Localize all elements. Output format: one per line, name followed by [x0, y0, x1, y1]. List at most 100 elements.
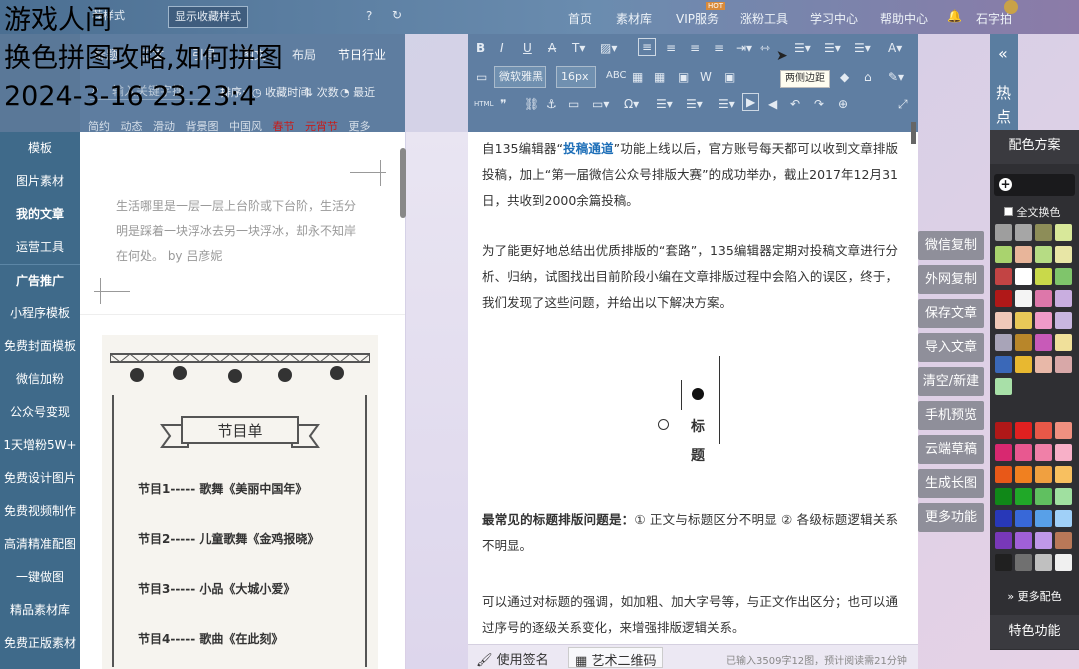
undo-icon[interactable]: ↶ — [790, 97, 800, 111]
color-swatch[interactable] — [1015, 554, 1032, 571]
image-icon[interactable]: ▣ — [678, 70, 689, 84]
omega-icon[interactable]: Ω▾ — [624, 97, 639, 111]
left-menu-ads[interactable]: 广告推广 — [0, 264, 80, 297]
color-swatch[interactable] — [1035, 510, 1052, 527]
zoom-icon[interactable]: ⊕ — [838, 97, 848, 111]
color-swatch[interactable] — [1035, 356, 1052, 373]
color-swatch[interactable] — [995, 554, 1012, 571]
wechat-copy-button[interactable]: 微信复制 — [918, 231, 984, 260]
editor-paragraph-2[interactable]: 为了能更好地总结出优质排版的“套路”，135编辑器定期对投稿文章进行分析、归纳，… — [482, 238, 898, 316]
color-swatch[interactable] — [995, 334, 1012, 351]
color-swatch[interactable] — [1055, 290, 1072, 307]
save-article-button[interactable]: 保存文章 — [918, 299, 984, 328]
external-copy-button[interactable]: 外网复制 — [918, 265, 984, 294]
video-icon[interactable]: ▭ — [568, 97, 579, 111]
left-menu-premium[interactable]: 精品素材库 — [0, 594, 80, 627]
bg-color-icon[interactable]: ▨▾ — [600, 41, 617, 55]
left-menu-template[interactable]: 模板 — [0, 132, 80, 165]
editor-paragraph-3[interactable]: 最常见的标题排版问题是：① 正文与标题区分不明显 ② 各级标题逻辑关系不明显。 — [482, 507, 898, 559]
color-swatch[interactable] — [1035, 224, 1052, 241]
color-swatch[interactable] — [1035, 290, 1052, 307]
color-swatch[interactable] — [995, 510, 1012, 527]
color-swatch[interactable] — [1055, 356, 1072, 373]
format-brush-icon[interactable]: ◆ — [840, 70, 849, 84]
insert-icon[interactable]: ▣ — [724, 70, 735, 84]
color-swatch[interactable] — [995, 246, 1012, 263]
document-icon[interactable]: ▭ — [476, 70, 487, 84]
grid-icon[interactable]: ▦ — [654, 70, 665, 84]
nav-home[interactable]: 首页 — [568, 10, 592, 27]
color-swatch[interactable] — [1035, 532, 1052, 549]
strikethrough-icon[interactable]: A — [548, 41, 556, 55]
color-swatch[interactable] — [1015, 224, 1032, 241]
clear-format-icon[interactable]: ABC — [606, 70, 627, 81]
color-swatch[interactable] — [995, 356, 1012, 373]
html-icon[interactable]: HTML — [474, 100, 493, 108]
color-swatch[interactable] — [1055, 444, 1072, 461]
color-swatch[interactable] — [995, 422, 1012, 439]
color-swatch[interactable] — [1035, 312, 1052, 329]
left-menu-wechat-fans[interactable]: 微信加粉 — [0, 363, 80, 396]
color-swatch[interactable] — [995, 268, 1012, 285]
bell-icon[interactable]: 🔔 — [947, 9, 962, 23]
color-swatch[interactable] — [1055, 224, 1072, 241]
indent-icon[interactable]: ⇥▾ — [736, 41, 752, 55]
color-swatch[interactable] — [1015, 422, 1032, 439]
color-swatch[interactable] — [995, 444, 1012, 461]
left-menu-fans-5w[interactable]: 1天增粉5W+ — [0, 429, 80, 462]
signature-button[interactable]: 🖌 使用签名 — [476, 649, 549, 668]
nav-vip[interactable]: VIP服务 — [676, 10, 719, 27]
color-swatch[interactable] — [1055, 532, 1072, 549]
line-height-icon[interactable]: ☰▾ — [794, 41, 811, 55]
hr-icon[interactable]: ☰▾ — [656, 97, 673, 111]
program-card[interactable]: 节目单 节目1----- 歌舞《美丽中国年》 节目2----- 儿童歌舞《金鸡报… — [102, 335, 378, 669]
list-ordered-icon[interactable]: ☰▾ — [718, 97, 735, 111]
align-center-icon[interactable]: ≡ — [666, 41, 676, 55]
color-swatch[interactable] — [1015, 268, 1032, 285]
ltr-icon[interactable]: ▶ — [742, 93, 760, 111]
avatar[interactable] — [1004, 0, 1018, 14]
color-swatch[interactable] — [995, 378, 1012, 395]
bold-icon[interactable]: B — [476, 41, 485, 55]
color-swatch[interactable] — [1055, 510, 1072, 527]
font-size-select[interactable]: 16px — [556, 66, 596, 88]
color-swatch[interactable] — [1055, 466, 1072, 483]
left-menu-my-articles[interactable]: 我的文章 — [0, 198, 80, 231]
color-swatch[interactable] — [995, 290, 1012, 307]
color-swatch[interactable] — [995, 466, 1012, 483]
full-recolor-checkbox[interactable] — [1004, 207, 1013, 216]
quote-text[interactable]: 生活哪里是一层一层上台阶或下台阶，生活分明是踩着一块浮冰去另一块浮冰，却永不知岸… — [116, 194, 361, 269]
color-swatch[interactable] — [1055, 268, 1072, 285]
submit-channel-link[interactable]: 投稿通道 — [563, 141, 614, 156]
left-menu-monetize[interactable]: 公众号变现 — [0, 396, 80, 429]
align-justify-icon[interactable]: ≡ — [714, 41, 724, 55]
editor-paragraph-1[interactable]: 自135编辑器“投稿通道”功能上线以后，官方账号每天都可以收到文章排版投稿，加上… — [482, 136, 898, 214]
left-menu-design-images[interactable]: 免费设计图片 — [0, 462, 80, 495]
left-menu-cover[interactable]: 免费封面模板 — [0, 330, 80, 363]
left-menu-ops-tools[interactable]: 运营工具 — [0, 231, 80, 264]
clear-new-button[interactable]: 清空/新建 — [918, 367, 984, 396]
color-swatch[interactable] — [1035, 268, 1052, 285]
redo-icon[interactable]: ↷ — [814, 97, 824, 111]
art-qr-button[interactable]: ▦ 艺术二维码 — [568, 647, 664, 669]
color-swatch[interactable] — [1055, 246, 1072, 263]
left-menu-hd-images[interactable]: 高清精准配图 — [0, 528, 80, 561]
italic-icon[interactable]: I — [500, 41, 504, 55]
nav-growth-tools[interactable]: 涨粉工具 — [740, 10, 788, 27]
align-right-icon[interactable]: ≡ — [690, 41, 700, 55]
left-menu-one-click[interactable]: 一键做图 — [0, 561, 80, 594]
left-menu-images[interactable]: 图片素材 — [0, 165, 80, 198]
sort-times[interactable]: ⇅ 次数 — [304, 84, 339, 100]
para-spacing-icon[interactable]: ☰▾ — [824, 41, 841, 55]
color-swatch[interactable] — [1015, 488, 1032, 505]
cloud-draft-button[interactable]: 云端草稿 — [918, 435, 984, 464]
left-menu-miniprogram[interactable]: 小程序模板 — [0, 297, 80, 330]
editor-paragraph-4[interactable]: 可以通过对标题的强调，如加粗、加大字号等，与正文作出区分；也可以通过序号的逐级关… — [482, 589, 898, 641]
color-swatch[interactable] — [1015, 290, 1032, 307]
magic-icon[interactable]: ✎▾ — [888, 70, 904, 84]
help-icon[interactable]: ? — [366, 9, 372, 23]
nav-learning[interactable]: 学习中心 — [810, 10, 858, 27]
left-menu-free-licensed[interactable]: 免费正版素材 — [0, 627, 80, 660]
color-swatch[interactable] — [1015, 334, 1032, 351]
frame-icon[interactable]: ▭▾ — [592, 97, 609, 111]
